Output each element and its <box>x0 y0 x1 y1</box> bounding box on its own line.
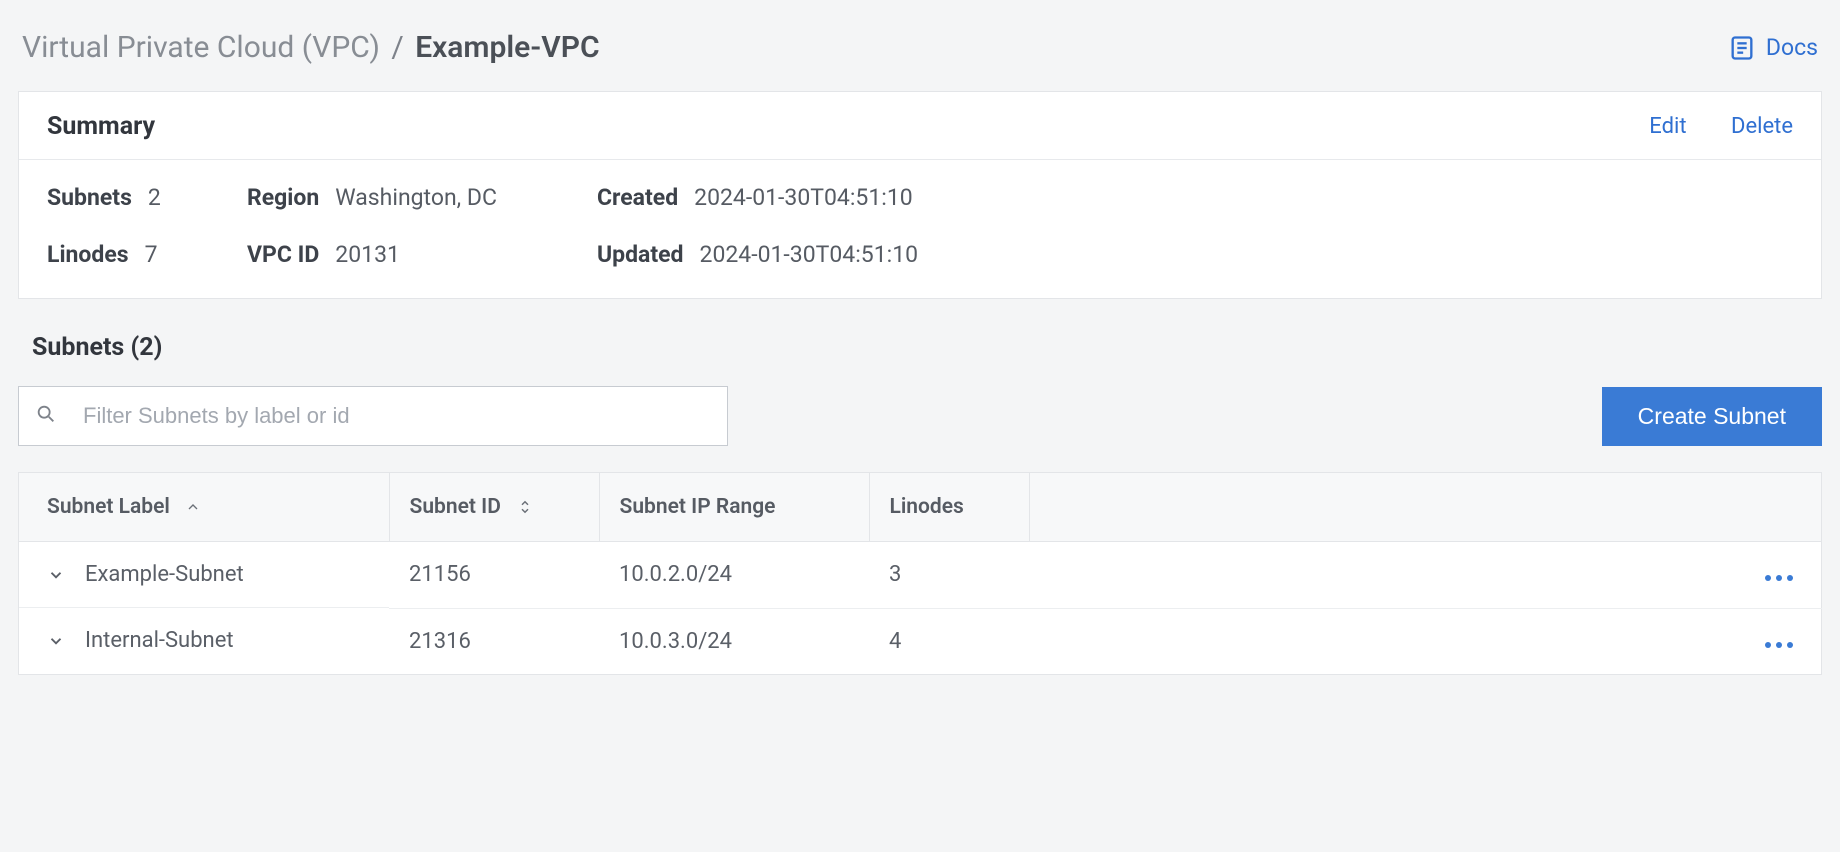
subnets-heading: Subnets (2) <box>18 327 1822 382</box>
filter-box[interactable] <box>18 386 728 446</box>
created-value: 2024-01-30T04:51:10 <box>694 184 913 211</box>
region-value: Washington, DC <box>335 184 497 211</box>
summary-card: Summary Edit Delete Subnets 2 Region Washi… <box>18 91 1822 299</box>
sort-both-icon <box>516 498 534 516</box>
linodes-label: Linodes <box>47 241 129 268</box>
subnets-table: Subnet Label Subnet ID Subnet IP Range <box>18 472 1822 675</box>
updated-label: Updated <box>597 241 684 268</box>
edit-link[interactable]: Edit <box>1649 114 1686 139</box>
subnet-id: 21156 <box>389 542 599 609</box>
table-row: Example-Subnet 21156 10.0.2.0/24 3 <box>19 542 1822 609</box>
subnet-linodes: 3 <box>869 542 1029 609</box>
row-actions-menu[interactable] <box>1765 642 1793 648</box>
docs-icon <box>1728 34 1756 62</box>
expand-toggle[interactable] <box>47 632 65 650</box>
subnets-label: Subnets <box>47 184 132 211</box>
docs-label: Docs <box>1766 34 1818 61</box>
breadcrumb-parent[interactable]: Virtual Private Cloud (VPC) <box>22 30 380 65</box>
col-header-id[interactable]: Subnet ID <box>389 473 599 542</box>
breadcrumb: Virtual Private Cloud (VPC) / Example-VP… <box>22 30 600 65</box>
docs-link[interactable]: Docs <box>1728 34 1818 62</box>
subnet-label: Example-Subnet <box>85 562 244 587</box>
vpcid-value: 20131 <box>335 241 400 268</box>
subnet-range: 10.0.3.0/24 <box>599 608 869 674</box>
subnet-id: 21316 <box>389 608 599 674</box>
breadcrumb-current: Example-VPC <box>415 30 599 65</box>
summary-title: Summary <box>47 112 155 141</box>
linodes-value: 7 <box>145 241 158 268</box>
subnet-linodes: 4 <box>869 608 1029 674</box>
filter-subnets-input[interactable] <box>83 403 711 429</box>
region-label: Region <box>247 184 319 211</box>
delete-link[interactable]: Delete <box>1731 114 1793 139</box>
vpcid-label: VPC ID <box>247 241 319 268</box>
updated-value: 2024-01-30T04:51:10 <box>700 241 919 268</box>
col-header-label[interactable]: Subnet Label <box>19 473 390 542</box>
table-row: Internal-Subnet 21316 10.0.3.0/24 4 <box>19 608 1822 674</box>
search-icon <box>35 403 57 430</box>
sort-asc-icon <box>185 499 201 515</box>
col-header-actions <box>1029 473 1822 542</box>
create-subnet-button[interactable]: Create Subnet <box>1602 387 1822 446</box>
breadcrumb-separator: / <box>391 30 403 65</box>
subnet-label: Internal-Subnet <box>85 628 234 653</box>
created-label: Created <box>597 184 678 211</box>
col-header-linodes: Linodes <box>869 473 1029 542</box>
subnet-range: 10.0.2.0/24 <box>599 542 869 609</box>
subnets-value: 2 <box>148 184 161 211</box>
expand-toggle[interactable] <box>47 566 65 584</box>
row-actions-menu[interactable] <box>1765 575 1793 581</box>
col-header-range: Subnet IP Range <box>599 473 869 542</box>
